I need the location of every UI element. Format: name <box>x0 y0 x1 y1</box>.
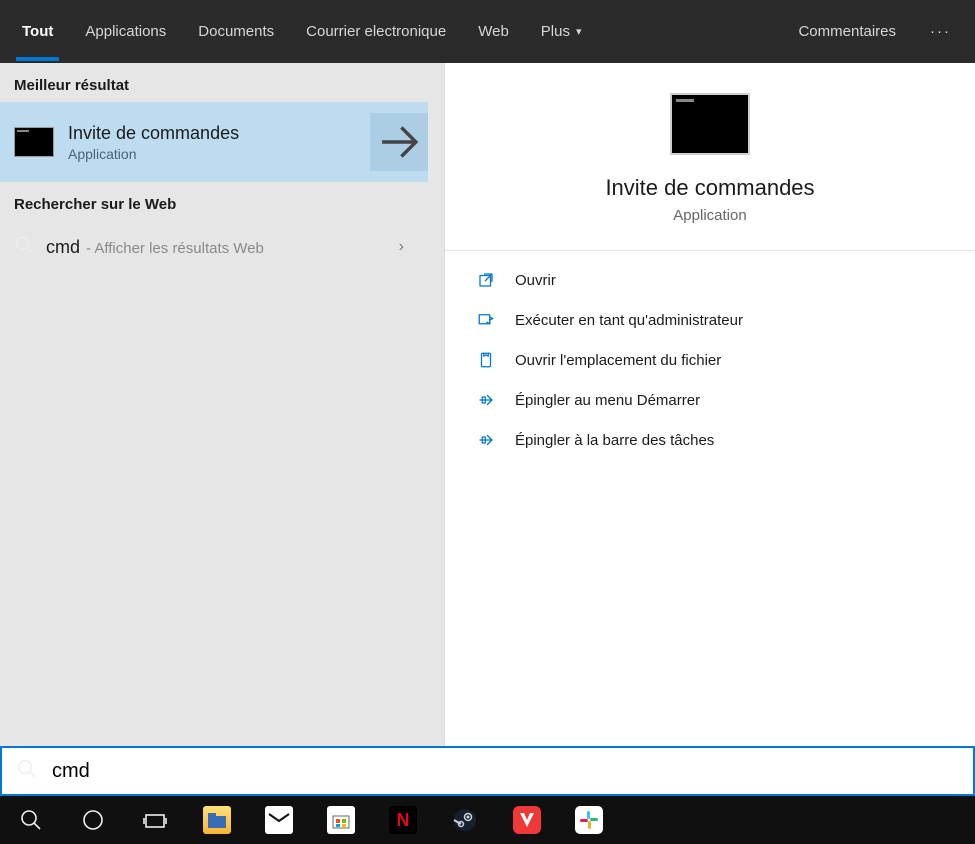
file-explorer-icon <box>203 806 231 834</box>
action-open[interactable]: Ouvrir <box>475 269 945 291</box>
taskbar-vivaldi-button[interactable] <box>496 796 558 844</box>
taskbar-taskview-button[interactable] <box>124 796 186 844</box>
pin-icon <box>475 429 497 451</box>
preview-panel: Invite de commandes Application Ouvrir E… <box>444 63 975 746</box>
best-result-item[interactable]: Invite de commandes Application <box>0 102 428 182</box>
web-result-item[interactable]: cmd - Afficher les résultats Web › <box>0 221 428 273</box>
preview-subtitle: Application <box>673 207 746 224</box>
results-panel: Meilleur résultat Invite de commandes Ap… <box>0 63 428 746</box>
chevron-down-icon: ▾ <box>576 25 582 38</box>
taskbar-netflix-button[interactable]: N <box>372 796 434 844</box>
admin-shield-icon <box>475 309 497 331</box>
taskbar-slack-button[interactable] <box>558 796 620 844</box>
best-result-header: Meilleur résultat <box>0 63 428 102</box>
tab-more[interactable]: Plus ▾ <box>525 0 598 63</box>
cmd-prompt-icon <box>14 127 54 157</box>
taskbar-mail-button[interactable] <box>248 796 310 844</box>
tab-all[interactable]: Tout <box>6 0 69 63</box>
action-admin-label: Exécuter en tant qu'administrateur <box>515 312 743 329</box>
search-body: Meilleur résultat Invite de commandes Ap… <box>0 63 975 746</box>
best-result-subtitle: Application <box>68 146 239 162</box>
taskbar-steam-button[interactable] <box>434 796 496 844</box>
more-options-button[interactable]: ··· <box>912 0 969 63</box>
tab-documents[interactable]: Documents <box>182 0 290 63</box>
action-open-location[interactable]: Ouvrir l'emplacement du fichier <box>475 349 945 371</box>
netflix-icon: N <box>389 806 417 834</box>
web-result-term: cmd <box>46 237 80 258</box>
expand-arrow-button[interactable] <box>370 113 428 171</box>
search-icon <box>16 758 38 784</box>
search-icon <box>14 235 34 259</box>
tab-email[interactable]: Courrier electronique <box>290 0 462 63</box>
action-run-admin[interactable]: Exécuter en tant qu'administrateur <box>475 309 945 331</box>
action-open-label: Ouvrir <box>515 272 556 289</box>
cmd-prompt-icon <box>670 93 750 155</box>
open-icon <box>475 269 497 291</box>
preview-actions: Ouvrir Exécuter en tant qu'administrateu… <box>445 251 975 469</box>
steam-icon <box>451 806 479 834</box>
action-pin-start[interactable]: Épingler au menu Démarrer <box>475 389 945 411</box>
tab-feedback[interactable]: Commentaires <box>782 0 912 63</box>
tab-more-label: Plus <box>541 23 570 40</box>
preview-title: Invite de commandes <box>605 175 814 201</box>
action-location-label: Ouvrir l'emplacement du fichier <box>515 352 721 369</box>
tab-applications[interactable]: Applications <box>69 0 182 63</box>
tab-web[interactable]: Web <box>462 0 525 63</box>
vivaldi-icon <box>513 806 541 834</box>
best-result-title: Invite de commandes <box>68 123 239 144</box>
taskbar-search-button[interactable] <box>0 796 62 844</box>
pin-icon <box>475 389 497 411</box>
folder-icon <box>475 349 497 371</box>
search-input[interactable] <box>52 760 959 783</box>
taskbar-explorer-button[interactable] <box>186 796 248 844</box>
search-filter-tabs: Tout Applications Documents Courrier ele… <box>0 0 975 63</box>
chevron-right-icon: › <box>399 238 414 256</box>
action-pin-taskbar-label: Épingler à la barre des tâches <box>515 432 714 449</box>
mail-icon <box>265 806 293 834</box>
taskbar-cortana-button[interactable] <box>62 796 124 844</box>
store-icon <box>327 806 355 834</box>
taskbar-store-button[interactable] <box>310 796 372 844</box>
action-pin-taskbar[interactable]: Épingler à la barre des tâches <box>475 429 945 451</box>
web-results-header: Rechercher sur le Web <box>0 182 428 221</box>
action-pin-start-label: Épingler au menu Démarrer <box>515 392 700 409</box>
search-field[interactable] <box>0 746 975 796</box>
slack-icon <box>575 806 603 834</box>
taskbar: N <box>0 796 975 844</box>
web-result-desc: - Afficher les résultats Web <box>86 240 264 257</box>
